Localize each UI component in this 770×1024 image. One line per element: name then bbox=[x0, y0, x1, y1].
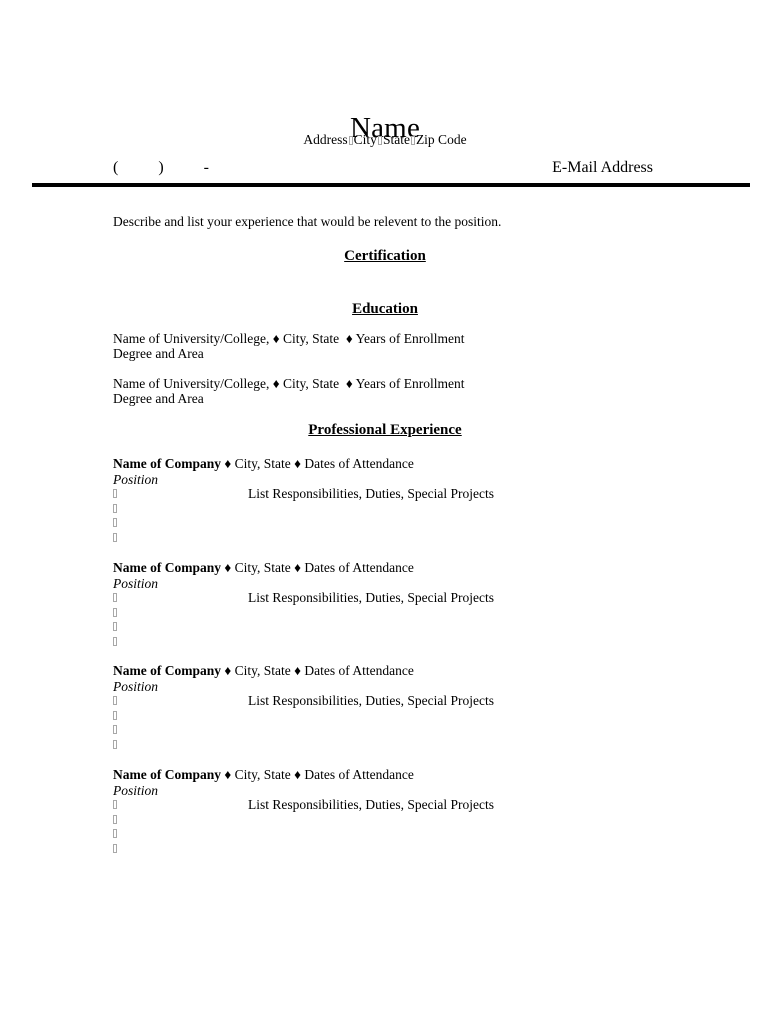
tofu-bullet-icon bbox=[113, 740, 117, 750]
tofu-bullet-icon bbox=[113, 844, 117, 854]
responsibility-text: List Responsibilities, Duties, Special P… bbox=[248, 797, 494, 812]
company-meta: ♦ City, State ♦ Dates of Attendance bbox=[221, 456, 414, 471]
education-entry: Name of University/College, ♦ City, Stat… bbox=[113, 331, 465, 362]
company-meta: ♦ City, State ♦ Dates of Attendance bbox=[221, 767, 414, 782]
company-name: Name of Company bbox=[113, 456, 221, 471]
address-part-city: City bbox=[353, 132, 377, 147]
experience-header-line: Name of Company ♦ City, State ♦ Dates of… bbox=[113, 767, 713, 782]
tofu-bullet-icon bbox=[113, 725, 117, 735]
list-item bbox=[113, 620, 713, 635]
responsibility-list: List Responsibilities, Duties, Special P… bbox=[113, 486, 713, 546]
tofu-separator-icon bbox=[377, 135, 382, 145]
tofu-separator-icon bbox=[348, 135, 353, 145]
tofu-bullet-icon bbox=[113, 800, 117, 809]
responsibility-list: List Responsibilities, Duties, Special P… bbox=[113, 693, 713, 753]
job-position: Position bbox=[113, 575, 159, 591]
experience-entry: Name of Company ♦ City, State ♦ Dates of… bbox=[113, 456, 713, 546]
list-item bbox=[113, 738, 713, 753]
company-meta: ♦ City, State ♦ Dates of Attendance bbox=[221, 663, 414, 678]
job-position: Position bbox=[113, 678, 159, 694]
company-meta: ♦ City, State ♦ Dates of Attendance bbox=[221, 560, 414, 575]
company-name: Name of Company bbox=[113, 560, 221, 575]
tofu-bullet-icon bbox=[113, 607, 117, 617]
experience-header-line: Name of Company ♦ City, State ♦ Dates of… bbox=[113, 456, 713, 471]
tofu-bullet-icon bbox=[113, 593, 117, 602]
education-entry: Name of University/College, ♦ City, Stat… bbox=[113, 376, 465, 407]
list-item bbox=[113, 827, 713, 842]
experience-entry: Name of Company ♦ City, State ♦ Dates of… bbox=[113, 767, 713, 857]
company-name: Name of Company bbox=[113, 663, 221, 678]
address-part-address: Address bbox=[303, 132, 348, 147]
company-name: Name of Company bbox=[113, 767, 221, 782]
list-item bbox=[113, 842, 713, 857]
experience-entry: Name of Company ♦ City, State ♦ Dates of… bbox=[113, 560, 713, 650]
phone-number-placeholder: ( ) - bbox=[113, 159, 209, 176]
list-item bbox=[113, 813, 713, 828]
tofu-bullet-icon bbox=[113, 696, 117, 705]
job-position: Position bbox=[113, 471, 159, 487]
responsibility-list: List Responsibilities, Duties, Special P… bbox=[113, 797, 713, 857]
list-item: List Responsibilities, Duties, Special P… bbox=[113, 590, 713, 606]
tofu-bullet-icon bbox=[113, 489, 117, 498]
tofu-bullet-icon bbox=[113, 518, 117, 528]
list-item bbox=[113, 502, 713, 517]
list-item: List Responsibilities, Duties, Special P… bbox=[113, 693, 713, 709]
email-address-placeholder: E-Mail Address bbox=[552, 159, 653, 176]
list-item bbox=[113, 709, 713, 724]
list-item bbox=[113, 635, 713, 650]
address-part-state: State bbox=[382, 132, 410, 147]
job-position: Position bbox=[113, 782, 159, 798]
tofu-bullet-icon bbox=[113, 814, 117, 824]
experience-entry: Name of Company ♦ City, State ♦ Dates of… bbox=[113, 663, 713, 753]
contact-row: ( ) - E-Mail Address bbox=[113, 157, 653, 181]
tofu-bullet-icon bbox=[113, 829, 117, 839]
education-school-line: Name of University/College, ♦ City, Stat… bbox=[113, 376, 465, 391]
responsibility-list: List Responsibilities, Duties, Special P… bbox=[113, 590, 713, 650]
responsibility-text: List Responsibilities, Duties, Special P… bbox=[248, 590, 494, 605]
tofu-bullet-icon bbox=[113, 622, 117, 632]
experience-header-line: Name of Company ♦ City, State ♦ Dates of… bbox=[113, 560, 713, 575]
list-item: List Responsibilities, Duties, Special P… bbox=[113, 797, 713, 813]
resume-page: Name Address City State Zip Code ( ) - E-Ma… bbox=[0, 0, 770, 1024]
list-item: List Responsibilities, Duties, Special P… bbox=[113, 486, 713, 502]
list-item bbox=[113, 723, 713, 738]
address-part-zip: Zip Code bbox=[415, 132, 467, 147]
education-school-line: Name of University/College, ♦ City, Stat… bbox=[113, 331, 465, 346]
section-heading-education: Education bbox=[352, 301, 418, 317]
list-item bbox=[113, 606, 713, 621]
education-degree-line: Degree and Area bbox=[113, 346, 204, 361]
experience-header-line: Name of Company ♦ City, State ♦ Dates of… bbox=[113, 663, 713, 678]
section-heading-certification: Certification bbox=[344, 248, 426, 264]
tofu-bullet-icon bbox=[113, 503, 117, 513]
address-line: Address City State Zip Code bbox=[0, 131, 770, 149]
education-degree-line: Degree and Area bbox=[113, 391, 204, 406]
summary-text: Describe and list your experience that w… bbox=[113, 214, 502, 229]
tofu-separator-icon bbox=[410, 135, 415, 145]
responsibility-text: List Responsibilities, Duties, Special P… bbox=[248, 486, 494, 501]
tofu-bullet-icon bbox=[113, 637, 117, 647]
tofu-bullet-icon bbox=[113, 533, 117, 543]
list-item bbox=[113, 516, 713, 531]
section-heading-professional-experience: Professional Experience bbox=[308, 422, 462, 438]
responsibility-text: List Responsibilities, Duties, Special P… bbox=[248, 693, 494, 708]
tofu-bullet-icon bbox=[113, 710, 117, 720]
list-item bbox=[113, 531, 713, 546]
header-divider-rule bbox=[32, 183, 750, 187]
